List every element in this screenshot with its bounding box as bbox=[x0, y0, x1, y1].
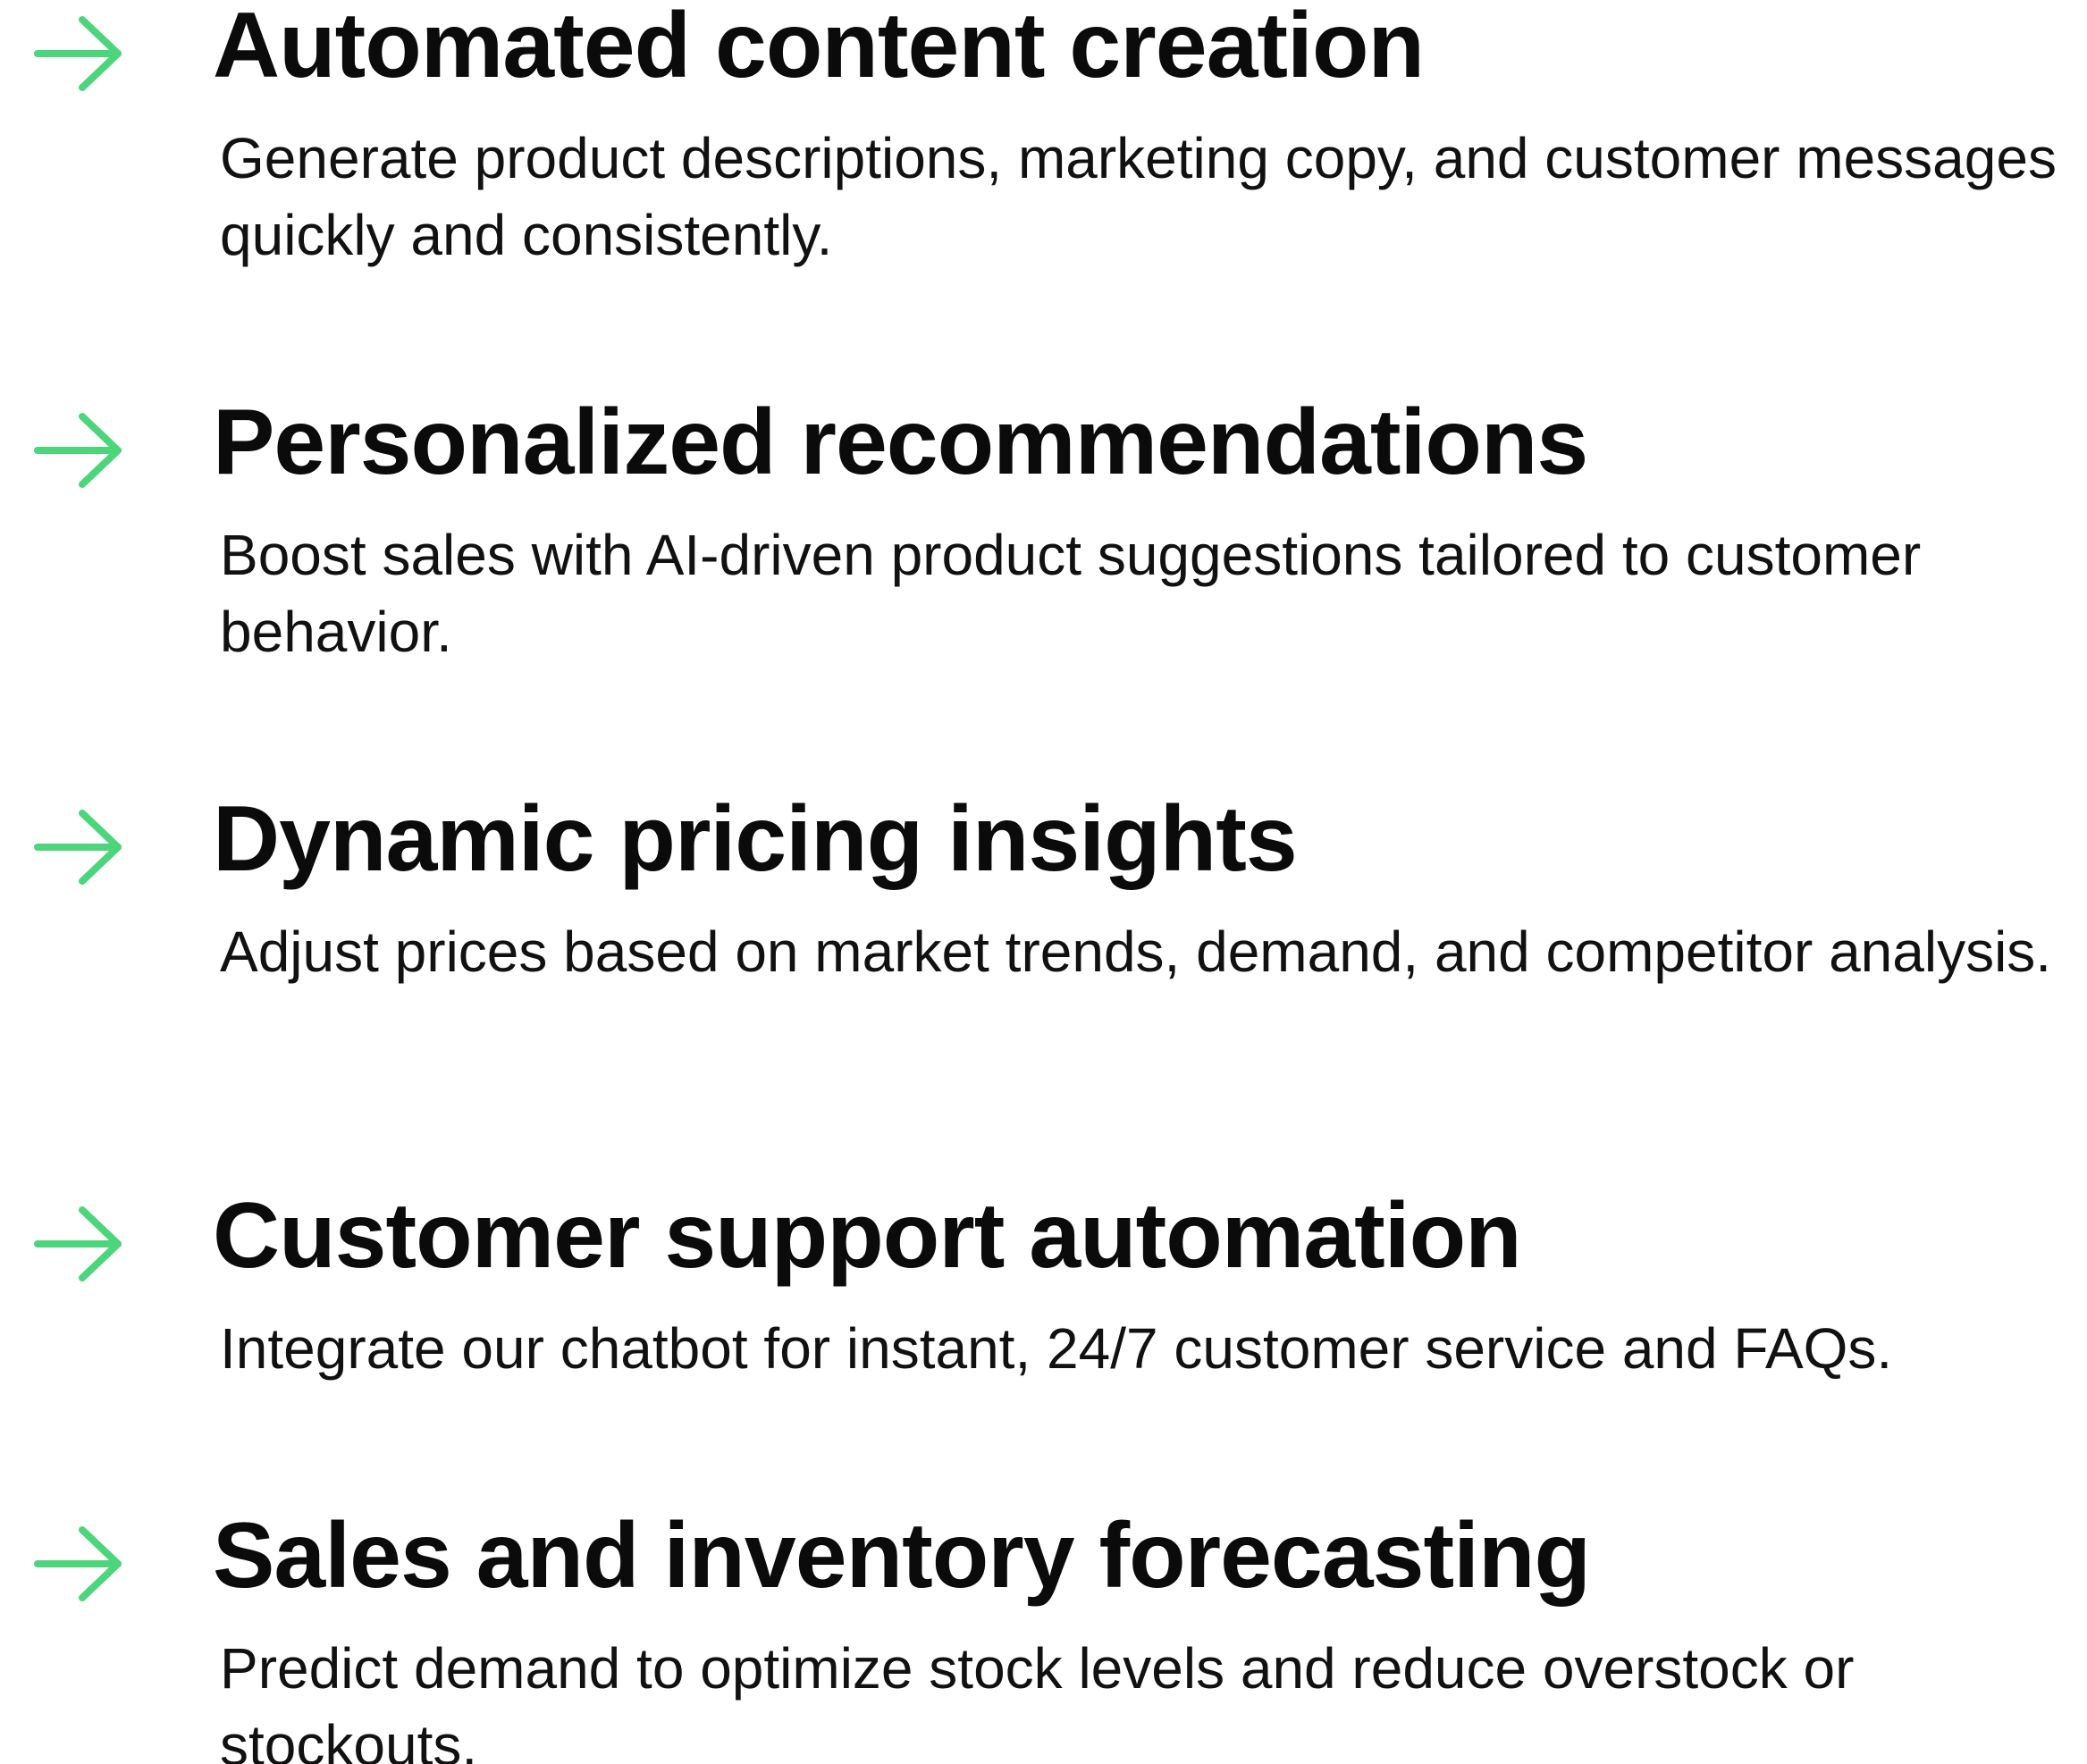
feature-title: Dynamic pricing insights bbox=[213, 787, 1298, 891]
feature-description: Generate product descriptions, marketing… bbox=[220, 126, 2057, 267]
feature-description: Integrate our chatbot for instant, 24/7 … bbox=[220, 1316, 1893, 1381]
feature-description: Boost sales with AI-driven product sugge… bbox=[220, 523, 1922, 664]
feature-description: Adjust prices based on market trends, de… bbox=[220, 920, 2052, 984]
feature-title: Personalized recommendations bbox=[213, 391, 1588, 494]
arrow-right-icon bbox=[34, 16, 123, 91]
arrow-right-icon bbox=[34, 413, 123, 488]
feature-title: Customer support automation bbox=[213, 1184, 1522, 1288]
feature-title: Sales and inventory forecasting bbox=[213, 1504, 1591, 1608]
arrow-right-icon bbox=[34, 1526, 123, 1601]
arrow-right-icon bbox=[34, 1206, 123, 1281]
feature-title: Automated content creation bbox=[213, 0, 1425, 97]
feature-description: Predict demand to optimize stock levels … bbox=[220, 1636, 1855, 1764]
arrow-right-icon bbox=[34, 810, 123, 885]
